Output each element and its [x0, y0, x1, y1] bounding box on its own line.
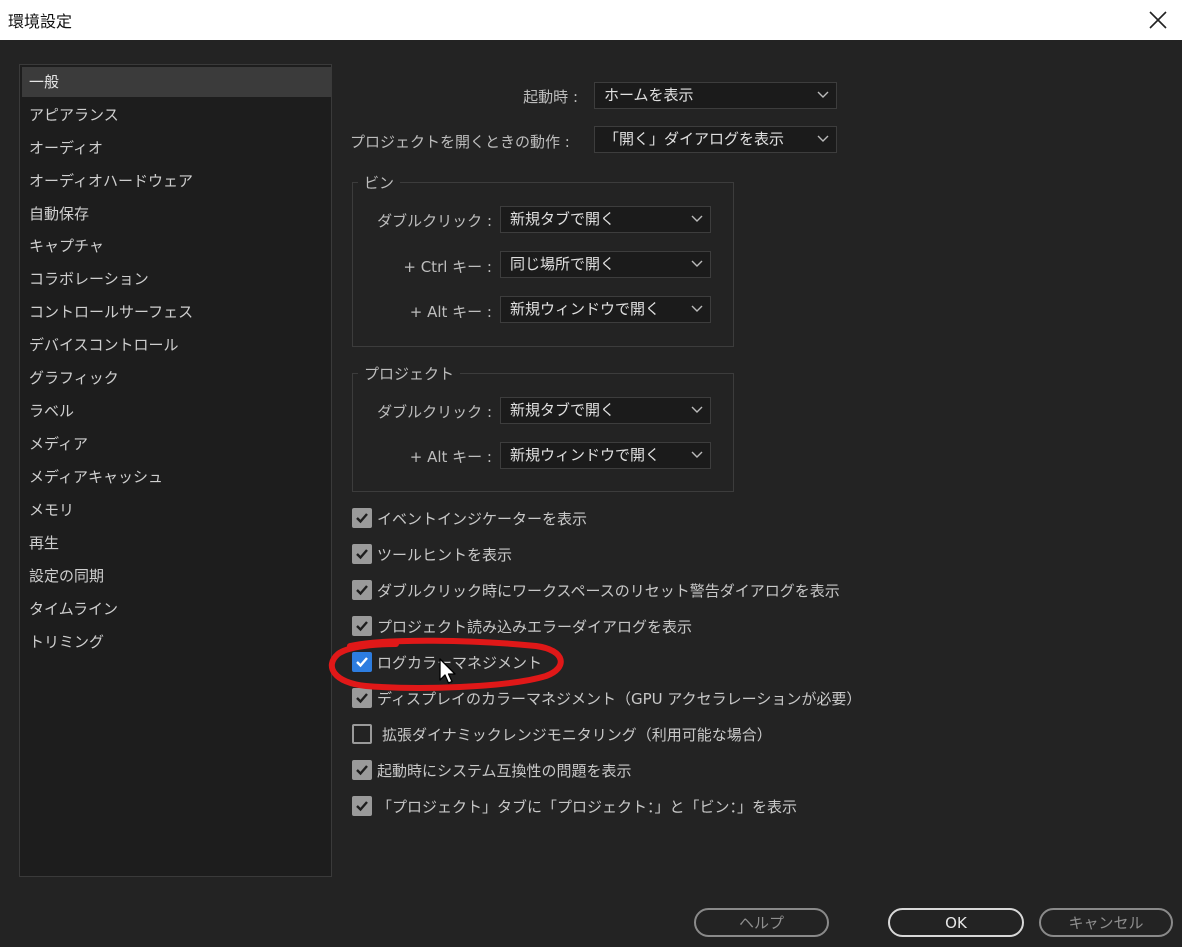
chevron-down-icon — [691, 451, 703, 458]
sidebar-item-graphics[interactable]: グラフィック — [22, 363, 331, 393]
sidebar-item-audio-hardware[interactable]: オーディオハードウェア — [22, 166, 331, 196]
cancel-button[interactable]: キャンセル — [1039, 908, 1173, 937]
checkbox-box[interactable] — [352, 580, 372, 600]
checkbox-label: ダブルクリック時にワークスペースのリセット警告ダイアログを表示 — [377, 582, 840, 600]
title-bar: 環境設定 — [0, 0, 1182, 40]
project-alt-key-value: 新規ウィンドウで開く — [510, 446, 661, 464]
checkmark-icon — [356, 801, 368, 812]
chevron-down-icon — [691, 260, 703, 267]
sidebar-item-general[interactable]: 一般 — [22, 67, 331, 97]
sidebar-item-playback[interactable]: 再生 — [22, 528, 331, 558]
bin-ctrl-key-dropdown[interactable]: 同じ場所で開く — [500, 251, 711, 278]
open-project-dropdown[interactable]: 「開く」ダイアログを表示 — [594, 126, 837, 153]
sidebar-item-media-cache[interactable]: メディアキャッシュ — [22, 462, 331, 492]
project-double-click-value: 新規タブで開く — [510, 401, 616, 419]
bin-ctrl-key-label: + Ctrl キー : — [403, 258, 492, 276]
checkbox-label: ログカラーマネジメント — [377, 654, 543, 672]
sidebar-item-audio[interactable]: オーディオ — [22, 133, 331, 163]
project-alt-key-label: + Alt キー : — [409, 448, 492, 466]
ok-button[interactable]: OK — [888, 908, 1024, 937]
sidebar-item-media[interactable]: メディア — [22, 429, 331, 459]
checkbox-box[interactable] — [352, 760, 372, 780]
checkbox-box[interactable] — [352, 796, 372, 816]
bin-alt-key-label: + Alt キー : — [409, 303, 492, 321]
checkbox-box[interactable] — [352, 724, 372, 744]
open-project-label: プロジェクトを開くときの動作 : — [350, 133, 570, 151]
chevron-down-icon — [691, 406, 703, 413]
project-group-title: プロジェクト — [358, 363, 461, 384]
open-project-value: 「開く」ダイアログを表示 — [604, 130, 785, 148]
startup-value: ホームを表示 — [604, 86, 694, 104]
sidebar-item-appearance[interactable]: アピアランス — [22, 100, 331, 130]
sidebar-item-sync-settings[interactable]: 設定の同期 — [22, 561, 331, 591]
checkbox-label: 拡張ダイナミックレンジモニタリング（利用可能な場合） — [382, 726, 772, 744]
startup-dropdown[interactable]: ホームを表示 — [594, 82, 837, 109]
checkmark-icon — [356, 693, 368, 704]
bin-ctrl-key-value: 同じ場所で開く — [510, 255, 616, 273]
project-double-click-dropdown[interactable]: 新規タブで開く — [500, 397, 711, 424]
bin-double-click-dropdown[interactable]: 新規タブで開く — [500, 206, 711, 233]
help-button[interactable]: ヘルプ — [694, 908, 829, 937]
checkmark-icon — [356, 621, 368, 632]
sidebar-item-memory[interactable]: メモリ — [22, 495, 331, 525]
checkbox-label: ディスプレイのカラーマネジメント（GPU アクセラレーションが必要） — [377, 690, 862, 708]
close-icon — [1149, 11, 1167, 29]
checkbox-box[interactable] — [352, 616, 372, 636]
category-sidebar[interactable]: 一般 アピアランス オーディオ オーディオハードウェア 自動保存 キャプチャ コ… — [19, 64, 332, 877]
sidebar-item-auto-save[interactable]: 自動保存 — [22, 199, 331, 229]
startup-label: 起動時 : — [523, 88, 578, 106]
sidebar-item-capture[interactable]: キャプチャ — [22, 231, 331, 261]
checkbox-label: 「プロジェクト」タブに「プロジェクト：」と「ビン：」を表示 — [377, 798, 798, 816]
sidebar-item-device-control[interactable]: デバイスコントロール — [22, 330, 331, 360]
chevron-down-icon — [817, 91, 829, 98]
sidebar-item-labels[interactable]: ラベル — [22, 396, 331, 426]
sidebar-item-trim[interactable]: トリミング — [22, 627, 331, 657]
checkbox-box[interactable] — [352, 544, 372, 564]
bin-double-click-label: ダブルクリック : — [377, 212, 492, 230]
bin-double-click-value: 新規タブで開く — [510, 210, 616, 228]
checkbox-label: 起動時にシステム互換性の問題を表示 — [377, 762, 632, 780]
bin-alt-key-value: 新規ウィンドウで開く — [510, 300, 661, 318]
checkbox-label: プロジェクト読み込みエラーダイアログを表示 — [377, 618, 693, 636]
checkbox-box[interactable] — [352, 508, 372, 528]
checkmark-icon — [356, 513, 368, 524]
sidebar-item-control-surface[interactable]: コントロールサーフェス — [22, 297, 331, 327]
chevron-down-icon — [691, 305, 703, 312]
checkmark-icon — [356, 585, 368, 596]
project-alt-key-dropdown[interactable]: 新規ウィンドウで開く — [500, 442, 711, 469]
checkbox-box[interactable] — [352, 652, 372, 672]
chevron-down-icon — [817, 135, 829, 142]
bin-alt-key-dropdown[interactable]: 新規ウィンドウで開く — [500, 296, 711, 323]
bin-group-title: ビン — [358, 172, 401, 193]
project-group — [352, 373, 734, 492]
sidebar-item-timeline[interactable]: タイムライン — [22, 594, 331, 624]
checkmark-icon — [356, 765, 368, 776]
close-button[interactable] — [1136, 0, 1182, 40]
sidebar-item-collaboration[interactable]: コラボレーション — [22, 264, 331, 294]
chevron-down-icon — [691, 215, 703, 222]
window-title: 環境設定 — [8, 12, 73, 31]
checkbox-label: イベントインジケーターを表示 — [377, 510, 588, 528]
project-double-click-label: ダブルクリック : — [377, 403, 492, 421]
checkmark-icon — [356, 657, 368, 668]
checkmark-icon — [356, 549, 368, 560]
checkbox-label: ツールヒントを表示 — [377, 546, 513, 564]
checkbox-box[interactable] — [352, 688, 372, 708]
